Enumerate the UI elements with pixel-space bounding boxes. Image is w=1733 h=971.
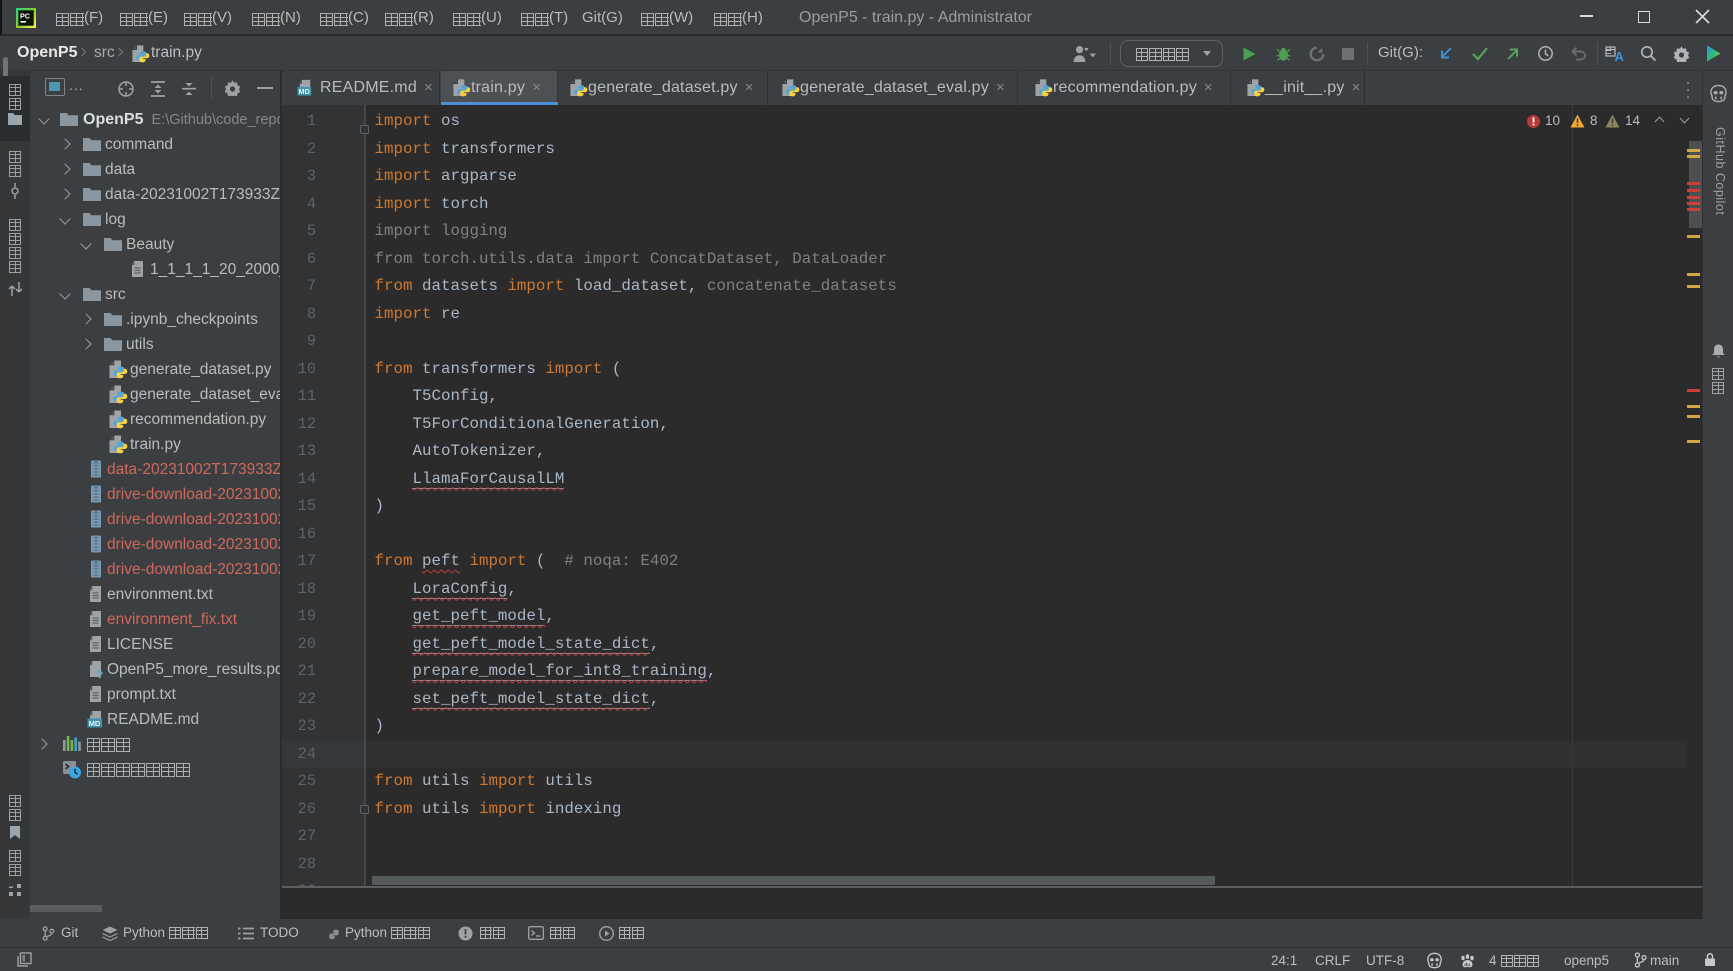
svg-text:PC: PC — [20, 12, 30, 21]
svg-text:du: du — [1464, 962, 1470, 967]
svg-text:A: A — [1615, 49, 1625, 63]
